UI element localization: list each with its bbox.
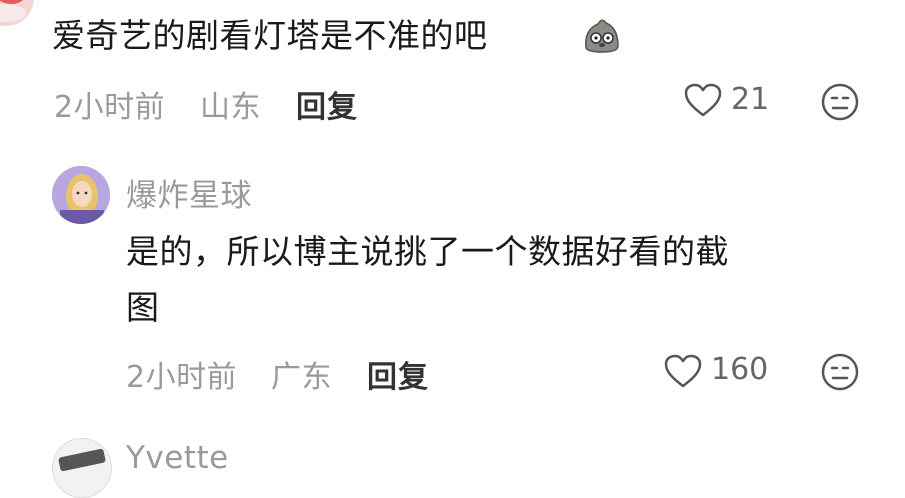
avatar[interactable]: [52, 438, 112, 498]
dislike-emoji-icon[interactable]: [820, 352, 860, 392]
reply-text-line2: 图: [126, 288, 160, 327]
reply-button[interactable]: 回复: [296, 82, 358, 126]
comment-time: 2小时前: [54, 90, 166, 125]
dislike-emoji-icon[interactable]: [820, 82, 860, 122]
avatar-partial[interactable]: [0, 0, 34, 26]
username[interactable]: Yvette: [126, 440, 229, 476]
reply-button[interactable]: 回复: [367, 352, 429, 396]
comment-location: 山东: [200, 90, 261, 125]
username[interactable]: 爆炸星球: [126, 170, 252, 215]
reply-location: 广东: [271, 360, 332, 395]
like-count: 160: [711, 352, 769, 387]
comment-text: 爱奇艺的剧看灯塔是不准的吧: [52, 16, 488, 55]
pigeon-emoji-icon: [585, 19, 619, 53]
heart-icon[interactable]: [663, 353, 703, 389]
reply-text-line1: 是的，所以博主说挑了一个数据好看的截: [126, 232, 729, 271]
reply-time: 2小时前: [126, 360, 238, 395]
heart-icon[interactable]: [683, 82, 723, 118]
avatar[interactable]: [52, 166, 110, 224]
like-count: 21: [731, 82, 770, 117]
